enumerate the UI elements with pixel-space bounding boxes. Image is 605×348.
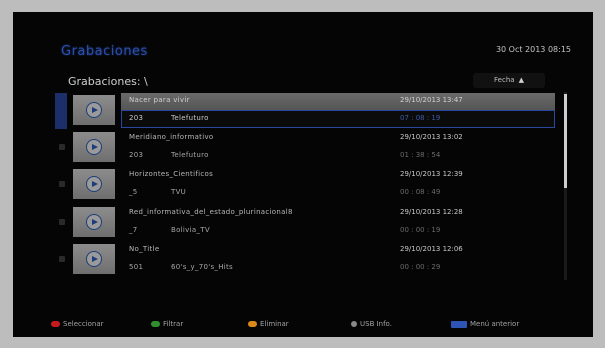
channel-number: 501: [129, 263, 144, 271]
selection-marker: [55, 93, 67, 129]
channel-name: 60's_y_70's_Hits: [171, 263, 233, 271]
channel-number: 203: [129, 151, 144, 159]
play-icon[interactable]: [86, 139, 102, 155]
recording-duration: 00 : 00 : 19: [400, 226, 441, 234]
recording-row[interactable]: Meridiano_informativo 203 Telefuturo 29/1…: [55, 130, 555, 166]
recording-duration: 00 : 00 : 29: [400, 263, 441, 271]
recording-duration: 00 : 08 : 49: [400, 188, 441, 196]
recording-thumbnail: [73, 132, 115, 162]
row-checkbox[interactable]: [59, 219, 65, 225]
recording-duration: 01 : 38 : 54: [400, 151, 441, 159]
tv-screen: Grabaciones 30 Oct 2013 08:15 Grabacione…: [13, 12, 593, 337]
recording-name: Horizontes_Cientificos: [129, 170, 214, 178]
play-icon[interactable]: [86, 102, 102, 118]
recording-thumbnail: [73, 169, 115, 199]
channel-number: 203: [129, 114, 144, 122]
footer-select[interactable]: Seleccionar: [51, 320, 104, 328]
row-checkbox[interactable]: [59, 144, 65, 150]
recording-thumbnail: [73, 95, 115, 125]
recording-name: Meridiano_informativo: [129, 133, 214, 141]
menu-key-icon: [451, 320, 467, 328]
sort-label: Fecha: [494, 76, 515, 84]
recording-name: No_Title: [129, 245, 160, 253]
list-scrollbar[interactable]: [564, 92, 567, 280]
recording-date: 29/10/2013 12:39: [400, 170, 463, 178]
recording-channel: _7 Bolivia_TV: [129, 226, 210, 234]
sort-button[interactable]: Fecha ▲: [473, 73, 545, 88]
recording-row[interactable]: Nacer para vivir 203 Telefuturo 29/10/201…: [55, 93, 555, 129]
play-icon[interactable]: [86, 176, 102, 192]
recording-name: Nacer para vivir: [129, 96, 190, 104]
yellow-key-icon: [248, 321, 257, 327]
recording-row[interactable]: No_Title 501 60's_y_70's_Hits 29/10/2013 …: [55, 242, 555, 278]
play-icon[interactable]: [86, 251, 102, 267]
recording-name: Red_informativa_del_estado_plurinacional…: [129, 208, 293, 216]
recording-date: 29/10/2013 13:47: [400, 96, 463, 104]
clock-datetime: 30 Oct 2013 08:15: [495, 45, 571, 54]
green-key-icon: [151, 321, 160, 327]
recording-channel: 203 Telefuturo: [129, 151, 209, 159]
recording-channel: 501 60's_y_70's_Hits: [129, 263, 233, 271]
recording-duration: 07 : 08 : 19: [400, 114, 441, 122]
page-title: Grabaciones: [61, 44, 148, 59]
recording-channel: _5 TVU: [129, 188, 186, 196]
recording-thumbnail: [73, 244, 115, 274]
footer-usb-info[interactable]: USB Info.: [351, 320, 392, 328]
channel-number: _5: [129, 188, 138, 196]
recording-date: 29/10/2013 13:02: [400, 133, 463, 141]
footer-delete-label: Eliminar: [260, 320, 289, 328]
recording-thumbnail: [73, 207, 115, 237]
row-checkbox[interactable]: [59, 256, 65, 262]
footer-key-legend: Seleccionar Filtrar Eliminar USB Info. M…: [51, 320, 581, 332]
channel-name: Bolivia_TV: [171, 226, 210, 234]
channel-name: Telefuturo: [171, 151, 209, 159]
recording-row[interactable]: Horizontes_Cientificos _5 TVU 29/10/2013 …: [55, 167, 555, 203]
recording-date: 29/10/2013 12:06: [400, 245, 463, 253]
footer-delete[interactable]: Eliminar: [248, 320, 289, 328]
usb-key-icon: [351, 321, 357, 327]
footer-filter-label: Filtrar: [163, 320, 184, 328]
channel-name: TVU: [171, 188, 187, 196]
recording-channel: 203 Telefuturo: [129, 114, 209, 122]
row-checkbox[interactable]: [59, 181, 65, 187]
recordings-list: Nacer para vivir 203 Telefuturo 29/10/201…: [55, 93, 555, 280]
channel-name: Telefuturo: [171, 114, 209, 122]
sort-arrow-icon: ▲: [518, 76, 524, 84]
footer-menu-label: Menú anterior: [470, 320, 520, 328]
footer-select-label: Seleccionar: [63, 320, 104, 328]
footer-usb-label: USB Info.: [360, 320, 392, 328]
recording-row[interactable]: Red_informativa_del_estado_plurinacional…: [55, 205, 555, 241]
play-icon[interactable]: [86, 214, 102, 230]
red-key-icon: [51, 321, 60, 327]
channel-number: _7: [129, 226, 138, 234]
folder-path: Grabaciones: \: [68, 75, 148, 88]
recording-date: 29/10/2013 12:28: [400, 208, 463, 216]
scrollbar-thumb[interactable]: [564, 94, 567, 188]
footer-menu[interactable]: Menú anterior: [451, 320, 519, 328]
footer-filter[interactable]: Filtrar: [151, 320, 183, 328]
